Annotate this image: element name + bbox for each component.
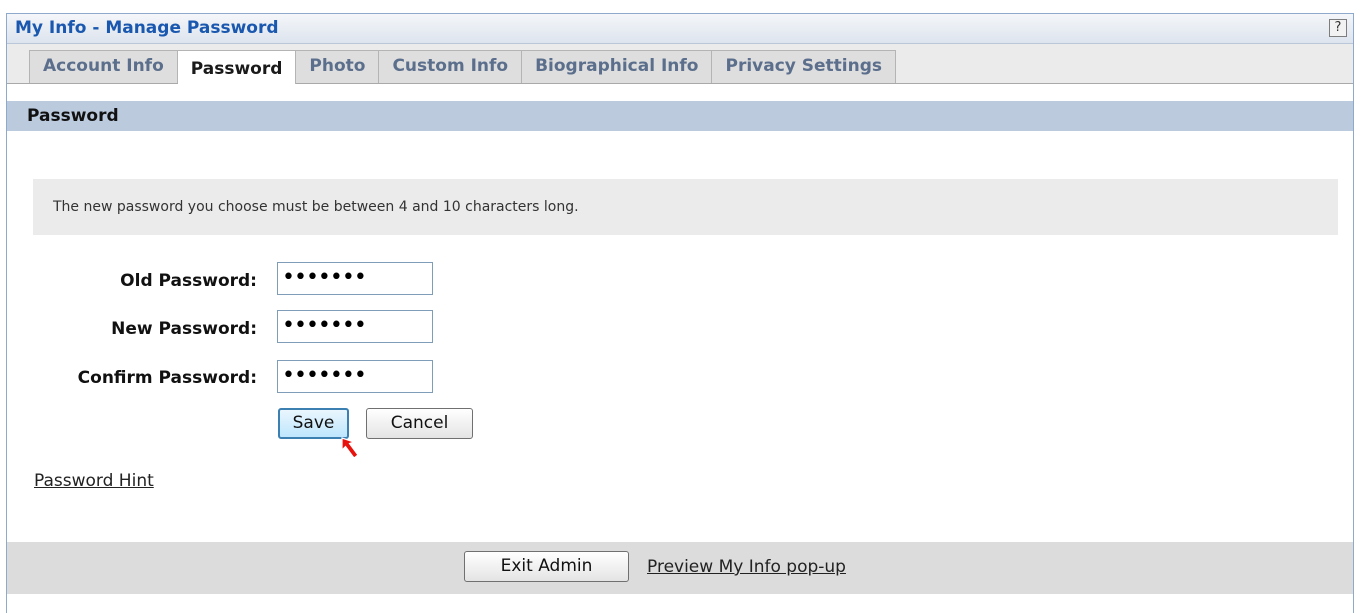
footer-bar: Exit Admin Preview My Info pop-up	[7, 542, 1353, 594]
tab-photo[interactable]: Photo	[296, 50, 380, 83]
section-header: Password	[7, 101, 1353, 131]
manage-password-panel: My Info - Manage Password ? Account Info…	[6, 13, 1354, 613]
preview-my-info-link[interactable]: Preview My Info pop-up	[647, 557, 846, 577]
new-password-input[interactable]: •••••••	[277, 310, 433, 343]
tab-password[interactable]: Password	[177, 50, 297, 84]
tab-strip: Account Info Password Photo Custom Info …	[7, 44, 1353, 84]
tab-custom-info[interactable]: Custom Info	[379, 50, 523, 83]
tab-account-info[interactable]: Account Info	[29, 50, 178, 83]
exit-admin-button[interactable]: Exit Admin	[464, 551, 629, 582]
password-hint-link[interactable]: Password Hint	[34, 471, 154, 491]
page-title: My Info - Manage Password	[15, 18, 279, 38]
confirm-password-input[interactable]: •••••••	[277, 360, 433, 393]
new-password-label: New Password:	[111, 319, 257, 339]
info-box: The new password you choose must be betw…	[33, 179, 1338, 235]
section-title: Password	[27, 106, 119, 126]
title-bar: My Info - Manage Password ?	[7, 14, 1353, 44]
old-password-input[interactable]: •••••••	[277, 262, 433, 295]
mouse-pointer-icon	[341, 437, 359, 459]
cancel-button[interactable]: Cancel	[366, 408, 473, 439]
tab-privacy-settings[interactable]: Privacy Settings	[712, 50, 897, 83]
save-button[interactable]: Save	[278, 408, 349, 439]
confirm-password-label: Confirm Password:	[77, 368, 257, 388]
password-length-hint-text: The new password you choose must be betw…	[53, 199, 579, 215]
tab-biographical-info[interactable]: Biographical Info	[522, 50, 713, 83]
help-button[interactable]: ?	[1329, 19, 1347, 37]
old-password-label: Old Password:	[120, 271, 257, 291]
